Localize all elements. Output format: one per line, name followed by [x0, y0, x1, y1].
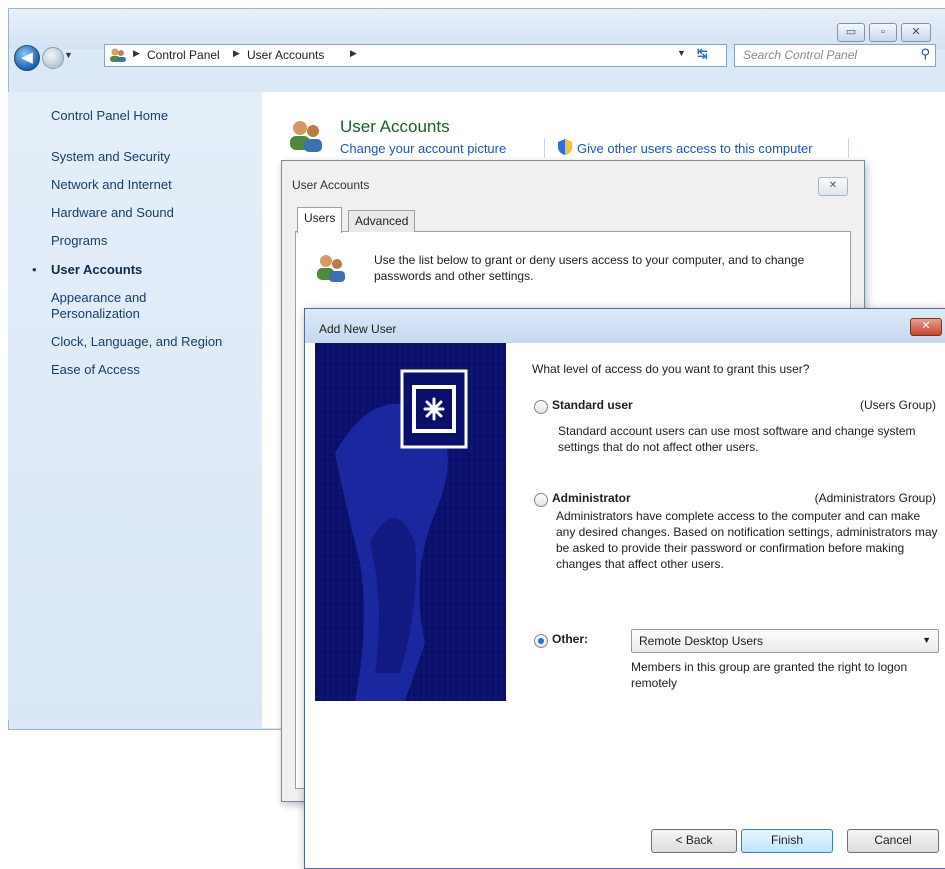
- give-access-link[interactable]: Give other users access to this computer: [577, 141, 813, 156]
- close-icon[interactable]: ✕: [818, 177, 848, 196]
- close-icon[interactable]: ✕: [910, 318, 942, 336]
- standard-user-label[interactable]: Standard user: [552, 398, 633, 412]
- breadcrumb-user-accounts[interactable]: User Accounts: [247, 48, 324, 62]
- sidebar-item-system-and-security[interactable]: System and Security: [51, 149, 170, 164]
- forward-arrow-icon[interactable]: [42, 47, 64, 69]
- administrator-description: Administrators have complete access to t…: [556, 509, 938, 571]
- finish-button[interactable]: Finish: [741, 829, 833, 853]
- address-dropdown-icon[interactable]: ▼: [677, 48, 686, 58]
- add-new-user-dialog: Add New User ✕ What level of access do y…: [304, 308, 945, 869]
- sidebar-item-programs[interactable]: Programs: [51, 233, 107, 248]
- search-box[interactable]: Search Control Panel ⚲: [734, 44, 936, 67]
- sidebar-item-ease-of-access[interactable]: Ease of Access: [51, 362, 140, 377]
- cancel-button[interactable]: Cancel: [847, 829, 939, 853]
- administrator-label[interactable]: Administrator: [552, 491, 631, 505]
- shield-icon: [558, 139, 572, 155]
- standard-user-group: (Users Group): [859, 398, 936, 412]
- sidebar-item-hardware-and-sound[interactable]: Hardware and Sound: [51, 205, 174, 220]
- user-accounts-icon: [317, 255, 345, 282]
- group-select[interactable]: Remote Desktop Users ▼: [631, 629, 939, 653]
- access-level-question: What level of access do you want to gran…: [532, 362, 810, 376]
- title-bar: ▭ ▫ ✕: [9, 9, 945, 49]
- other-description: Members in this group are granted the ri…: [631, 660, 908, 690]
- back-arrow-icon[interactable]: ◀: [14, 45, 40, 71]
- refresh-icon[interactable]: ↹: [697, 46, 708, 62]
- dialog-title: User Accounts: [292, 178, 370, 192]
- minimize-button[interactable]: ▭: [837, 23, 865, 42]
- search-input[interactable]: Search Control Panel: [743, 48, 857, 62]
- wizard-banner-image: [315, 343, 506, 701]
- chevron-down-icon[interactable]: ▼: [922, 635, 931, 645]
- sidebar-item-appearance[interactable]: Appearance and Personalization: [51, 290, 201, 322]
- administrator-radio[interactable]: [534, 493, 548, 507]
- standard-user-description: Standard account users can use most soft…: [558, 424, 916, 454]
- breadcrumb-separator-icon[interactable]: ▶: [233, 48, 240, 59]
- breadcrumb-control-panel[interactable]: Control Panel: [147, 48, 220, 62]
- tab-users[interactable]: Users: [297, 207, 343, 233]
- active-item-bullet: •: [32, 262, 37, 277]
- other-label[interactable]: Other:: [552, 632, 588, 646]
- user-accounts-icon: [290, 121, 322, 152]
- breadcrumb-separator-icon[interactable]: ▶: [350, 48, 357, 59]
- title-bar: Add New User ✕: [305, 309, 945, 343]
- link-divider: [544, 138, 545, 158]
- breadcrumb-separator-icon[interactable]: ▶: [133, 48, 140, 59]
- maximize-button[interactable]: ▫: [869, 23, 897, 42]
- sidebar-item-clock-language-region[interactable]: Clock, Language, and Region: [51, 334, 222, 349]
- recent-pages-dropdown-icon[interactable]: ▼: [64, 50, 73, 60]
- sidebar-item-network-and-internet[interactable]: Network and Internet: [51, 177, 172, 192]
- administrator-group: (Administrators Group): [814, 491, 936, 505]
- close-button[interactable]: ✕: [901, 23, 931, 42]
- change-picture-link[interactable]: Change your account picture: [340, 141, 506, 156]
- page-title: User Accounts: [340, 117, 450, 136]
- back-button[interactable]: < Back: [651, 829, 737, 853]
- banner-artwork: [315, 343, 506, 701]
- link-divider: [848, 138, 849, 158]
- search-icon[interactable]: ⚲: [920, 46, 930, 62]
- user-accounts-icon: [110, 48, 126, 62]
- dialog-title: Add New User: [319, 322, 397, 336]
- sidebar-item-control-panel-home[interactable]: Control Panel Home: [51, 108, 168, 123]
- group-select-value: Remote Desktop Users: [639, 634, 764, 648]
- sidebar-item-user-accounts[interactable]: User Accounts: [51, 262, 142, 277]
- other-radio[interactable]: [534, 634, 548, 648]
- dialog-description: Use the list below to grant or deny user…: [374, 253, 805, 283]
- address-bar[interactable]: ▶ Control Panel ▶ User Accounts ▶ ▼ ↹: [104, 44, 727, 67]
- standard-user-radio[interactable]: [534, 400, 548, 414]
- tab-advanced[interactable]: Advanced: [348, 210, 416, 232]
